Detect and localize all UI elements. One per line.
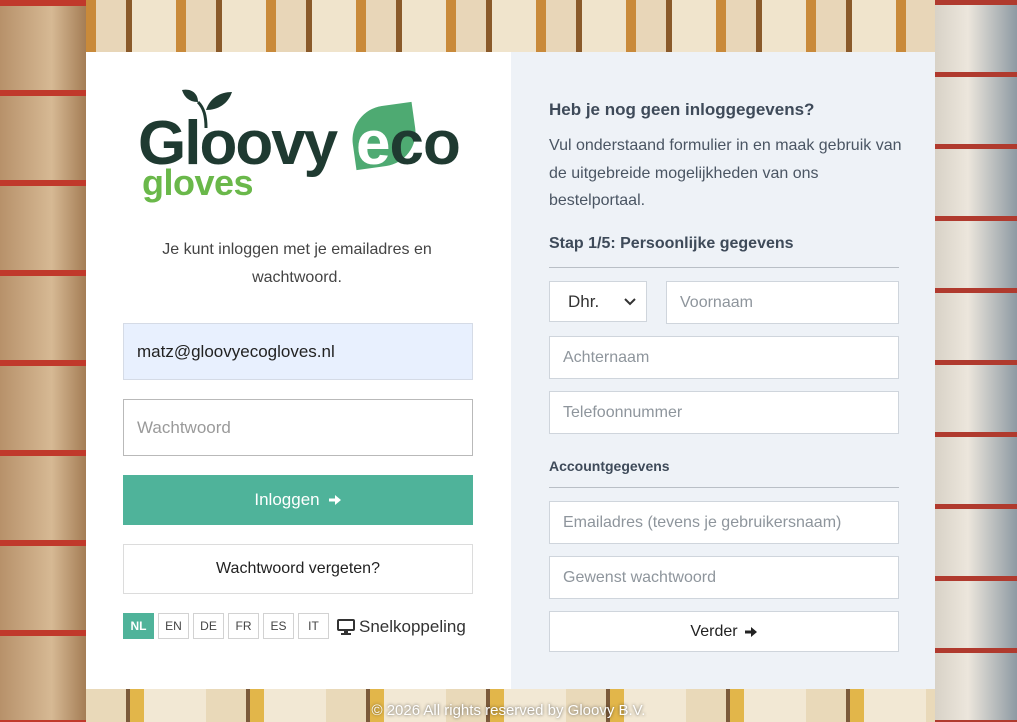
language-option-fr[interactable]: FR [228, 613, 259, 639]
phone-input[interactable] [549, 391, 899, 434]
register-step-heading: Stap 1/5: Persoonlijke gegevens [549, 235, 794, 252]
next-button[interactable]: Verder [549, 611, 899, 652]
language-option-es[interactable]: ES [263, 613, 294, 639]
language-option-en[interactable]: EN [158, 613, 189, 639]
shortcut-label: Snelkoppeling [359, 617, 466, 636]
lastname-input[interactable] [549, 336, 899, 379]
register-panel: Heb je nog geen inloggegevens? Vul onder… [511, 52, 935, 689]
gloovy-eco-gloves-logo: Gloovy eco gloves [138, 88, 468, 208]
register-password-input[interactable] [549, 556, 899, 599]
background-rack-right [935, 0, 1017, 722]
next-button-label: Verder [690, 622, 738, 640]
language-switcher: NL EN DE FR ES IT [123, 613, 329, 639]
register-title: Heb je nog geen inloggegevens? [549, 100, 815, 119]
forgot-password-button[interactable]: Wachtwoord vergeten? [123, 544, 473, 594]
account-details-heading: Accountgegevens [549, 458, 670, 474]
language-option-nl[interactable]: NL [123, 613, 154, 639]
salutation-select[interactable]: Dhr. [549, 281, 647, 322]
logo-eco-e: e [356, 109, 390, 178]
login-card: Gloovy eco gloves Je kunt inloggen met j… [86, 52, 935, 689]
background-rack-left [0, 0, 86, 722]
login-button[interactable]: Inloggen [123, 475, 473, 525]
email-input[interactable] [123, 323, 473, 380]
logo-word-eco: eco [356, 108, 461, 179]
login-intro-text: Je kunt inloggen met je emailadres en wa… [162, 241, 432, 286]
arrow-right-icon [328, 495, 341, 505]
logo-word-gloves: gloves [142, 162, 254, 203]
salutation-value: Dhr. [568, 291, 600, 311]
divider [549, 487, 899, 488]
language-option-it[interactable]: IT [298, 613, 329, 639]
arrow-right-icon [744, 626, 757, 637]
language-option-de[interactable]: DE [193, 613, 224, 639]
background-top-strip [86, 0, 935, 52]
login-button-label: Inloggen [254, 490, 320, 509]
footer-copyright: © 2026 All rights reserved by Gloovy B.V… [371, 702, 646, 719]
shortcut-link[interactable]: Snelkoppeling [337, 615, 466, 639]
chevron-down-icon [624, 297, 636, 305]
firstname-input[interactable] [666, 281, 899, 324]
password-input[interactable] [123, 399, 473, 456]
forgot-password-label: Wachtwoord vergeten? [216, 560, 380, 577]
monitor-icon [337, 619, 355, 635]
register-email-input[interactable] [549, 501, 899, 544]
logo-eco-rest: co [389, 109, 460, 178]
divider [549, 267, 899, 268]
login-panel: Gloovy eco gloves Je kunt inloggen met j… [86, 52, 511, 689]
register-description: Vul onderstaand formulier in en maak geb… [549, 137, 902, 209]
